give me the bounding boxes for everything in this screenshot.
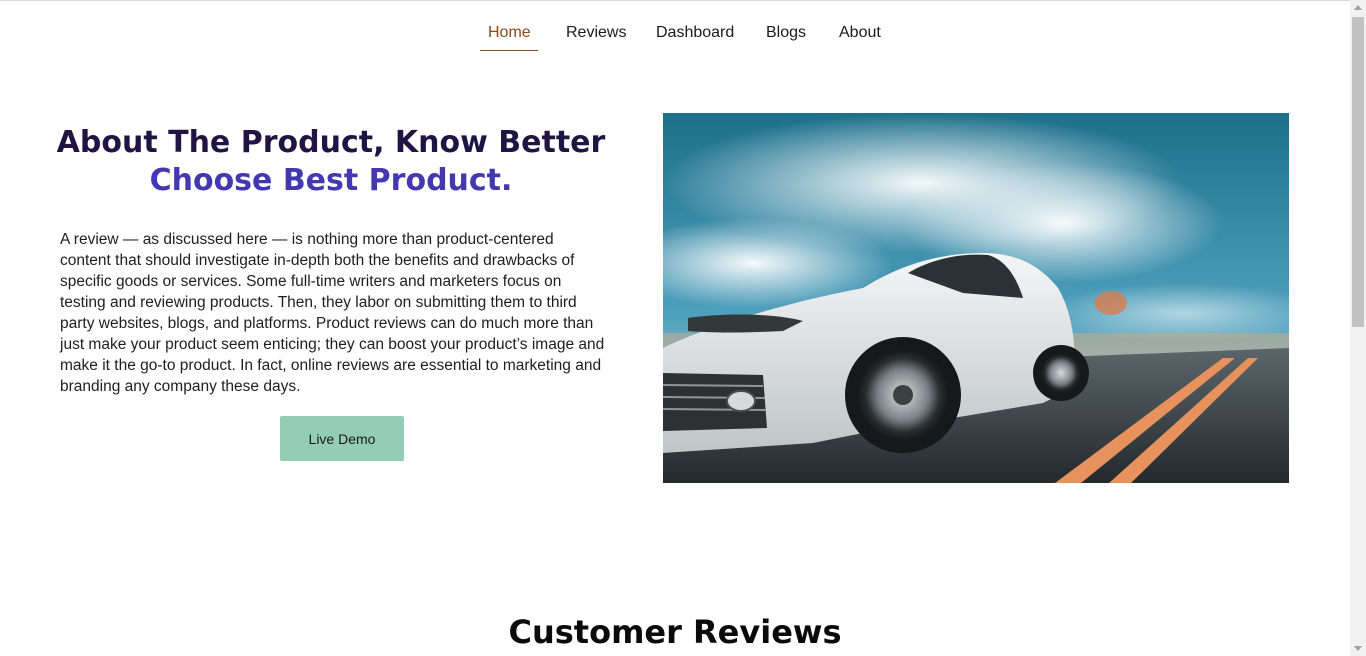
customer-reviews-heading: Customer Reviews	[508, 613, 842, 651]
nav-home[interactable]: Home	[488, 22, 531, 44]
scroll-down-arrow-icon[interactable]	[1354, 646, 1362, 651]
active-nav-indicator	[480, 50, 538, 51]
hero-description: A review — as discussed here — is nothin…	[60, 231, 605, 395]
hero-car-image	[663, 113, 1289, 483]
scrollbar-thumb[interactable]	[1352, 17, 1364, 327]
hero-title-line1: About The Product, Know Better	[56, 125, 606, 160]
nav-reviews[interactable]: Reviews	[566, 22, 626, 44]
vertical-scrollbar[interactable]	[1350, 0, 1366, 656]
nav-dashboard[interactable]: Dashboard	[656, 22, 734, 44]
hero-title-line2: Choose Best Product.	[149, 163, 513, 198]
main-nav: Home Reviews Dashboard Blogs About	[0, 0, 1350, 60]
live-demo-button[interactable]: Live Demo	[280, 416, 404, 461]
hero-title: About The Product, Know Better Choose Be…	[40, 124, 622, 200]
nav-blogs[interactable]: Blogs	[766, 22, 806, 44]
nav-about[interactable]: About	[839, 22, 881, 44]
scroll-up-arrow-icon[interactable]	[1354, 5, 1362, 10]
